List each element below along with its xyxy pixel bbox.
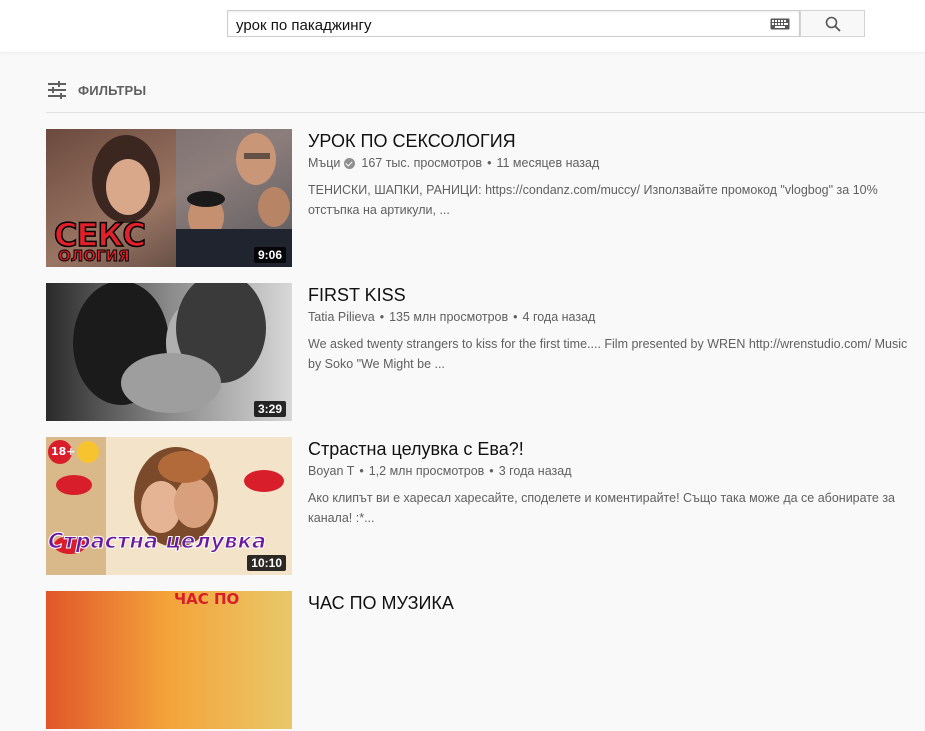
age-rating-badge: 18+ xyxy=(51,445,76,458)
video-meta: Tatia Pilieva • 135 млн просмотров • 4 г… xyxy=(308,310,918,324)
view-count: 135 млн просмотров xyxy=(389,310,509,324)
search-input[interactable] xyxy=(234,14,758,36)
video-title[interactable]: Страстна целувка с Ева?! xyxy=(308,439,918,460)
masthead xyxy=(0,0,925,52)
video-thumbnail[interactable]: ЧАС ПО xyxy=(46,591,292,729)
search-box[interactable] xyxy=(227,10,800,37)
video-result[interactable]: 18+ Страстна целувка 10:10 Страстна целу… xyxy=(46,437,925,577)
separator: • xyxy=(489,464,494,478)
upload-age: 4 года назад xyxy=(522,310,596,324)
video-title[interactable]: FIRST KISS xyxy=(308,285,918,306)
video-info: Страстна целувка с Ева?! Boyan T • 1,2 м… xyxy=(308,437,918,528)
thumbnail-text: ЧАС ПО xyxy=(174,591,240,608)
verified-icon xyxy=(344,157,356,169)
video-thumbnail[interactable]: СЕКС ОЛОГИЯ 9:06 xyxy=(46,129,292,267)
video-info: УРОК ПО СЕКСОЛОГИЯ Мъци 167 тыс. просмот… xyxy=(308,129,918,220)
thumbnail-text: ОЛОГИЯ xyxy=(58,247,131,266)
video-info: ЧАС ПО МУЗИКА xyxy=(308,591,918,614)
separator: • xyxy=(513,310,518,324)
video-result[interactable]: 3:29 FIRST KISS Tatia Pilieva • 135 млн … xyxy=(46,283,925,423)
video-result[interactable]: СЕКС ОЛОГИЯ 9:06 УРОК ПО СЕКСОЛОГИЯ Мъци… xyxy=(46,129,925,269)
separator: • xyxy=(487,156,492,170)
channel-name[interactable]: Boyan T xyxy=(308,464,354,478)
duration-badge: 3:29 xyxy=(253,401,286,417)
video-meta: Boyan T • 1,2 млн просмотров • 3 года на… xyxy=(308,464,918,478)
video-thumbnail[interactable]: 18+ Страстна целувка 10:10 xyxy=(46,437,292,575)
tune-icon xyxy=(48,81,66,99)
video-title[interactable]: ЧАС ПО МУЗИКА xyxy=(308,593,918,614)
search-button[interactable] xyxy=(800,10,865,37)
video-result[interactable]: ЧАС ПО ЧАС ПО МУЗИКА xyxy=(46,591,925,731)
thumbnail-image xyxy=(46,591,292,729)
video-description: Ако клипът ви е харесал харесайте, споде… xyxy=(308,491,895,525)
video-thumbnail[interactable]: 3:29 xyxy=(46,283,292,421)
keyboard-icon[interactable] xyxy=(770,18,790,30)
channel-name[interactable]: Мъци xyxy=(308,156,340,170)
channel-name[interactable]: Tatia Pilieva xyxy=(308,310,375,324)
upload-age: 11 месяцев назад xyxy=(496,156,600,170)
divider xyxy=(46,112,925,113)
video-meta: Мъци 167 тыс. просмотров • 11 месяцев на… xyxy=(308,156,918,170)
separator: • xyxy=(379,310,385,324)
duration-badge: 10:10 xyxy=(247,555,286,571)
upload-age: 3 года назад xyxy=(498,464,572,478)
search-icon xyxy=(825,16,841,32)
video-title[interactable]: УРОК ПО СЕКСОЛОГИЯ xyxy=(308,131,918,152)
duration-badge: 9:06 xyxy=(253,247,286,263)
view-count: 1,2 млн просмотров xyxy=(368,464,485,478)
video-description: ТЕНИСКИ, ШАПКИ, РАНИЦИ: https://condanz.… xyxy=(308,183,878,217)
filters-label: ФИЛЬТРЫ xyxy=(78,82,147,98)
separator: • xyxy=(359,464,364,478)
video-info: FIRST KISS Tatia Pilieva • 135 млн просм… xyxy=(308,283,918,374)
filters-button[interactable]: ФИЛЬТРЫ xyxy=(46,76,146,104)
thumbnail-text: Страстна целувка xyxy=(48,529,267,554)
video-description: We asked twenty strangers to kiss for th… xyxy=(308,337,908,371)
view-count: 167 тыс. просмотров xyxy=(361,156,483,170)
